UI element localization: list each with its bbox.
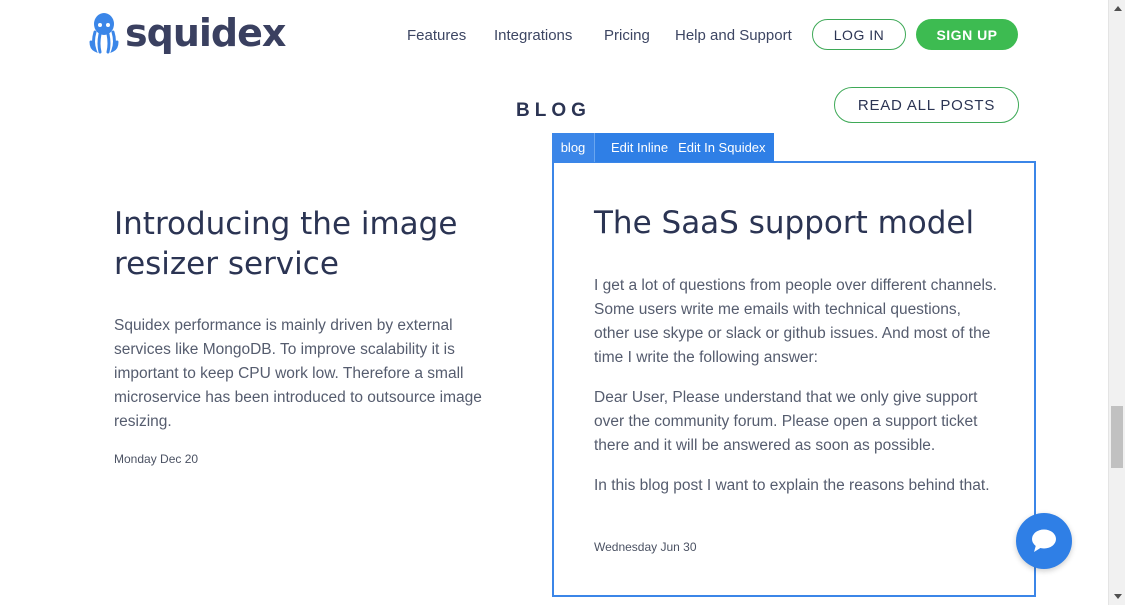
nav-integrations[interactable]: Integrations: [494, 27, 572, 44]
post-date: Monday Dec 20: [114, 452, 199, 466]
logo-text: squidex: [125, 11, 286, 55]
scroll-thumb[interactable]: [1111, 406, 1123, 468]
vertical-scrollbar[interactable]: [1108, 0, 1125, 605]
page: squidex Features Integrations Pricing He…: [0, 0, 1108, 605]
chat-bubble-icon: [1032, 529, 1056, 552]
edit-inline-button[interactable]: Edit Inline: [611, 140, 668, 155]
edit-toolbar: blog Edit Inline Edit In Squidex: [552, 133, 774, 162]
edit-in-squidex-button[interactable]: Edit In Squidex: [678, 140, 765, 155]
nav-help-and-support[interactable]: Help and Support: [675, 27, 792, 44]
post-date: Wednesday Jun 30: [594, 540, 697, 554]
post-paragraph: In this blog post I want to explain the …: [594, 477, 990, 494]
post-paragraph: Dear User, Please understand that we onl…: [594, 389, 978, 454]
schema-tag: blog: [552, 133, 594, 162]
login-button[interactable]: LOG IN: [812, 19, 906, 50]
signup-button[interactable]: SIGN UP: [916, 19, 1018, 50]
logo[interactable]: squidex: [89, 11, 286, 55]
chat-button[interactable]: [1016, 513, 1072, 569]
scroll-up-arrow-icon[interactable]: [1109, 0, 1125, 17]
squid-logo-icon: [89, 13, 119, 54]
post-title[interactable]: The SaaS support model: [594, 203, 974, 243]
nav-pricing[interactable]: Pricing: [604, 27, 650, 44]
post-title[interactable]: Introducing the image resizer service: [114, 204, 514, 284]
scroll-down-arrow-icon[interactable]: [1109, 588, 1125, 605]
section-title: BLOG: [516, 100, 591, 121]
post-paragraph: I get a lot of questions from people ove…: [594, 277, 997, 366]
edit-actions: Edit Inline Edit In Squidex: [594, 133, 774, 162]
post-excerpt: Squidex performance is mainly driven by …: [114, 317, 482, 430]
nav-features[interactable]: Features: [407, 27, 466, 44]
read-all-posts-button[interactable]: READ ALL POSTS: [834, 87, 1019, 123]
